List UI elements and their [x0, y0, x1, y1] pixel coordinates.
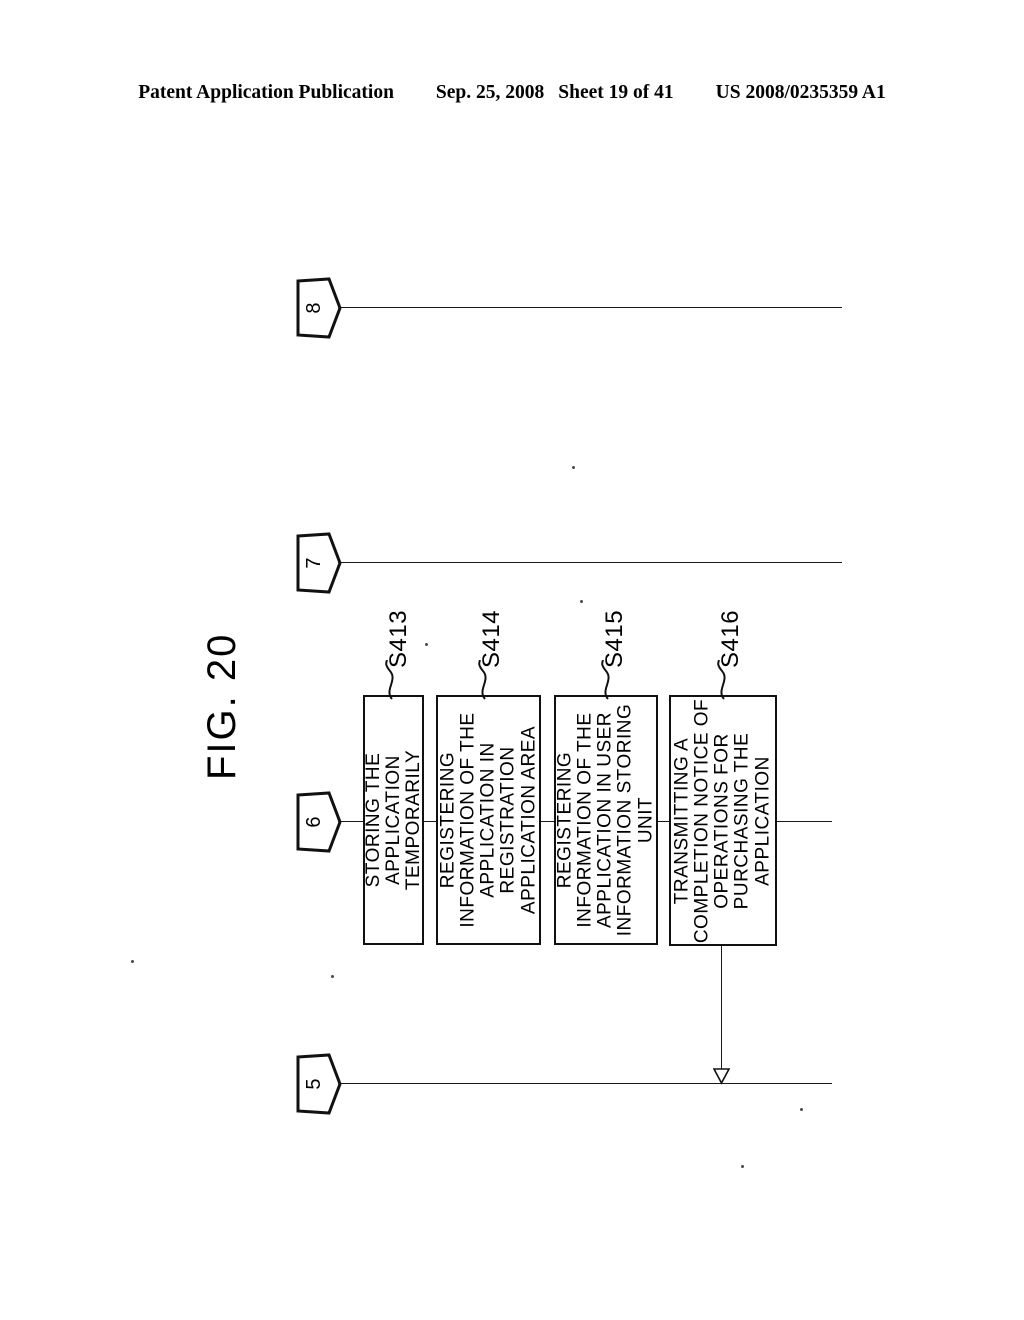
process-box-s414-line-4: REGISTRATION — [497, 746, 519, 894]
arrowhead-down-icon — [713, 1068, 730, 1085]
process-box-s416-line-5: APPLICATION — [752, 755, 774, 886]
process-box-s416-text: TRANSMITTING A COMPLETION NOTICE OF OPER… — [671, 698, 774, 943]
process-box-s416-line-2: COMPLETION NOTICE OF — [691, 698, 713, 943]
process-box-s416-line-1: TRANSMITTING A — [671, 737, 693, 904]
step-number-s413: S413 — [385, 609, 412, 668]
process-box-s413-line-2: APPLICATION — [382, 755, 404, 885]
flow-arrow-line-s416-to-5 — [721, 946, 722, 1076]
flow-line-5 — [338, 1083, 832, 1084]
scan-speck — [331, 975, 334, 978]
connector-label-8: 8 — [302, 302, 325, 314]
connector-label-6: 6 — [302, 816, 325, 828]
step-number-s415: S415 — [601, 609, 628, 668]
process-box-s415-line-4: INFORMATION STORING — [615, 703, 637, 937]
scan-speck — [800, 1108, 803, 1111]
flow-line-6-seg-c — [541, 821, 554, 822]
step-number-s416: S416 — [717, 609, 744, 668]
process-box-s415: REGISTERING INFORMATION OF THE APPLICATI… — [554, 695, 658, 945]
process-box-s413-line-3: TEMPORARILY — [402, 749, 424, 891]
process-box-s413: STORING THE APPLICATION TEMPORARILY — [362, 695, 424, 945]
process-box-s415-text: REGISTERING INFORMATION OF THE APPLICATI… — [554, 703, 657, 937]
flow-line-6-seg-d — [658, 821, 669, 822]
process-box-s414-line-2: INFORMATION OF THE — [457, 712, 479, 928]
process-box-s413-text: STORING THE APPLICATION TEMPORARILY — [362, 749, 424, 891]
figure-title: FIG. 20 — [200, 632, 244, 780]
process-box-s414-line-1: REGISTERING — [437, 751, 459, 889]
process-box-s416-line-3: OPERATIONS FOR — [711, 732, 733, 909]
process-box-s416-line-4: PURCHASING THE — [732, 732, 754, 909]
scan-speck — [572, 466, 575, 469]
process-box-s415-line-5: UNIT — [635, 796, 657, 844]
scan-speck — [425, 643, 428, 646]
flow-line-6-seg-b — [424, 821, 436, 822]
process-box-s416: TRANSMITTING A COMPLETION NOTICE OF OPER… — [669, 695, 777, 946]
step-number-s414: S414 — [478, 609, 505, 668]
process-box-s415-line-1: REGISTERING — [554, 751, 576, 889]
scan-speck — [580, 600, 583, 603]
scan-speck — [741, 1165, 744, 1168]
process-box-s414-text: REGISTERING INFORMATION OF THE APPLICATI… — [437, 712, 539, 928]
process-box-s414-line-3: APPLICATION IN — [477, 742, 499, 898]
process-box-s414-line-5: APPLICATION AREA — [517, 725, 539, 915]
connector-tag-5: 5 — [296, 1053, 342, 1115]
connector-tag-8: 8 — [296, 277, 342, 339]
connector-label-7: 7 — [302, 557, 325, 569]
flow-line-6-seg-a — [338, 821, 363, 822]
process-box-s415-line-2: INFORMATION OF THE — [574, 712, 596, 928]
connector-label-5: 5 — [302, 1078, 325, 1090]
connector-tag-7: 7 — [296, 532, 342, 594]
flow-line-7 — [338, 562, 842, 563]
process-box-s413-line-1: STORING THE — [362, 752, 384, 888]
process-box-s415-line-3: APPLICATION IN USER — [594, 711, 616, 929]
connector-tag-6: 6 — [296, 791, 342, 853]
flow-line-6-seg-e — [777, 821, 832, 822]
figure-20-flowchart: FIG. 20 8 7 6 5 STORING THE APPLICATION … — [0, 0, 1024, 1320]
process-box-s414: REGISTERING INFORMATION OF THE APPLICATI… — [436, 695, 541, 945]
scan-speck — [131, 960, 134, 963]
flow-line-8 — [338, 307, 842, 308]
